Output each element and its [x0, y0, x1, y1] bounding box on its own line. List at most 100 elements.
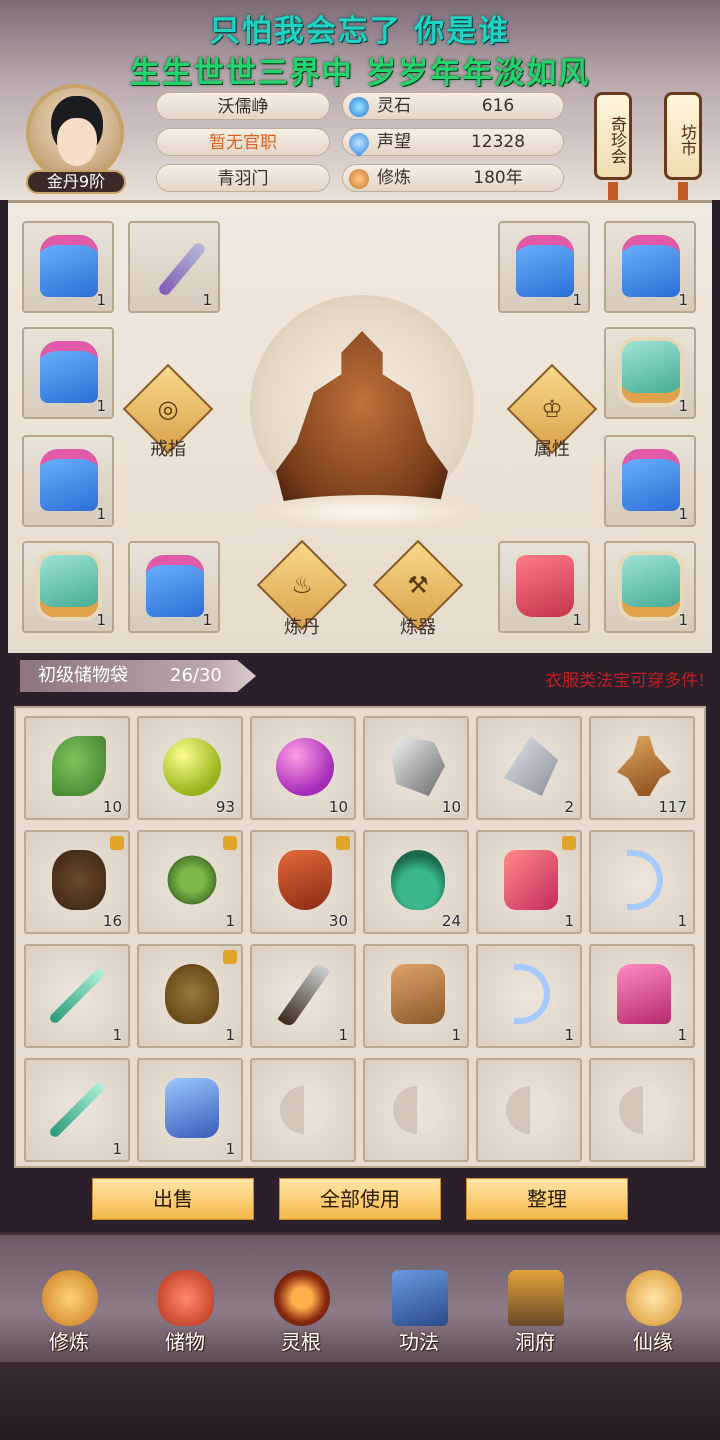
inventory-slot[interactable]: 16: [24, 830, 130, 934]
green-gourd-icon: [391, 850, 445, 910]
sort-button[interactable]: 整理: [466, 1178, 628, 1220]
item-quantity: 1: [678, 397, 688, 415]
item-quantity: 1: [96, 505, 106, 523]
yellow-orb-icon: [163, 738, 221, 796]
nav-technique[interactable]: 功法: [364, 1236, 474, 1356]
treasure-auction-lantern[interactable]: 奇珍会: [594, 92, 632, 180]
equip-slot[interactable]: 1: [604, 435, 696, 527]
item-quantity: 1: [96, 397, 106, 415]
empty-inventory-slot[interactable]: [589, 1058, 695, 1162]
inventory-slot[interactable]: 117: [589, 716, 695, 820]
jade-sword-icon: [48, 1081, 106, 1139]
nav-immortal-fate[interactable]: 仙缘: [598, 1236, 708, 1356]
red-pepper-icon: [278, 850, 332, 910]
inventory-slot[interactable]: 1: [137, 1058, 243, 1162]
jade-vest-icon: [40, 555, 98, 617]
cave-dwelling-icon: [508, 1270, 564, 1326]
cauldron-icon: ♨: [291, 571, 313, 599]
inventory-slot[interactable]: 1: [476, 944, 582, 1048]
empty-inventory-slot[interactable]: [363, 1058, 469, 1162]
treasure-pouch-icon: [165, 964, 219, 1024]
bag-tab[interactable]: 初级储物袋 26/30: [20, 660, 256, 692]
sect-name: 青羽门: [156, 164, 330, 192]
lock-icon: [110, 836, 124, 850]
equip-slot[interactable]: 1: [604, 327, 696, 419]
technique-book-icon: [392, 1270, 448, 1326]
blue-shoes-icon: [165, 1078, 219, 1138]
equip-slot[interactable]: 1: [22, 221, 114, 313]
stat-label: 声望: [377, 132, 411, 152]
item-quantity: 1: [202, 611, 212, 629]
yin-yang-icon: [280, 1086, 328, 1134]
silver-crystal-icon: [504, 736, 558, 796]
lock-icon: [562, 836, 576, 850]
stat-label: 灵石: [377, 96, 411, 116]
purple-orb-icon: [276, 738, 334, 796]
sell-button[interactable]: 出售: [92, 1178, 254, 1220]
empty-inventory-slot[interactable]: [250, 1058, 356, 1162]
item-quantity: 10: [441, 798, 461, 816]
inventory-slot[interactable]: 1: [363, 944, 469, 1048]
item-quantity: 10: [328, 798, 348, 816]
market-lantern[interactable]: 坊市: [664, 92, 702, 180]
inventory-slot[interactable]: 1: [250, 944, 356, 1048]
ice-bow-icon: [514, 964, 550, 1024]
inventory-slot[interactable]: 24: [363, 830, 469, 934]
inventory-slot[interactable]: 93: [137, 716, 243, 820]
use-all-button[interactable]: 全部使用: [279, 1178, 441, 1220]
item-quantity: 30: [328, 912, 348, 930]
equip-slot[interactable]: 1: [22, 435, 114, 527]
inventory-slot[interactable]: 10: [363, 716, 469, 820]
broad-blade-icon: [277, 961, 331, 1029]
inventory-slot[interactable]: 2: [476, 716, 582, 820]
inventory-slot[interactable]: 1: [24, 1058, 130, 1162]
inventory-slot[interactable]: 1: [589, 944, 695, 1048]
nav-spirit-root[interactable]: 灵根: [246, 1236, 356, 1356]
inventory-slot[interactable]: 1: [137, 830, 243, 934]
reputation-icon: [344, 128, 374, 158]
equip-slot[interactable]: 1: [22, 541, 114, 633]
lock-icon: [223, 950, 237, 964]
nav-cultivate[interactable]: 修炼: [14, 1236, 124, 1356]
blue-robe-icon: [516, 235, 574, 297]
jade-vest-icon: [622, 341, 680, 403]
nav-storage[interactable]: 储物: [130, 1236, 240, 1356]
lock-icon: [223, 836, 237, 850]
herb-leaf-icon: [52, 736, 106, 796]
inventory-slot[interactable]: 10: [24, 716, 130, 820]
equip-slot[interactable]: 1: [22, 327, 114, 419]
equip-slot[interactable]: 1: [604, 221, 696, 313]
inventory-slot[interactable]: 1: [476, 830, 582, 934]
equip-slot[interactable]: 1: [128, 541, 220, 633]
inventory-slot[interactable]: 10: [250, 716, 356, 820]
stat-label: 修炼: [377, 168, 411, 188]
ginseng-root-icon: [617, 736, 671, 796]
equip-slot[interactable]: 1: [498, 541, 590, 633]
nav-label: 功法: [399, 1330, 439, 1354]
empty-inventory-slot[interactable]: [476, 1058, 582, 1162]
meditation-platform: [258, 495, 478, 529]
equip-slot[interactable]: 1: [604, 541, 696, 633]
yin-yang-icon: [619, 1086, 667, 1134]
equip-slot[interactable]: 1: [498, 221, 590, 313]
attributes-label: 属性: [534, 439, 570, 460]
nav-cave-dwelling[interactable]: 洞府: [480, 1236, 590, 1356]
item-quantity: 1: [225, 912, 235, 930]
inventory-slot[interactable]: 30: [250, 830, 356, 934]
item-quantity: 1: [678, 291, 688, 309]
realm-badge: 金丹9阶: [26, 170, 126, 194]
spirit-stone-icon: [349, 97, 369, 117]
inventory-slot[interactable]: 1: [589, 830, 695, 934]
item-quantity: 1: [678, 611, 688, 629]
bag-name: 初级储物袋: [38, 665, 128, 686]
item-quantity: 93: [215, 798, 235, 816]
inventory-slot[interactable]: 1: [137, 944, 243, 1048]
avatar-portrait: [26, 84, 124, 182]
inventory-slot[interactable]: 1: [24, 944, 130, 1048]
storage-bag-icon: [158, 1270, 214, 1326]
item-quantity: 1: [96, 291, 106, 309]
player-avatar[interactable]: 金丹9阶: [20, 84, 132, 196]
reputation-stat: 声望 12328: [342, 128, 564, 158]
equip-slot[interactable]: 1: [128, 221, 220, 313]
official-title: 暂无官职: [156, 128, 330, 156]
